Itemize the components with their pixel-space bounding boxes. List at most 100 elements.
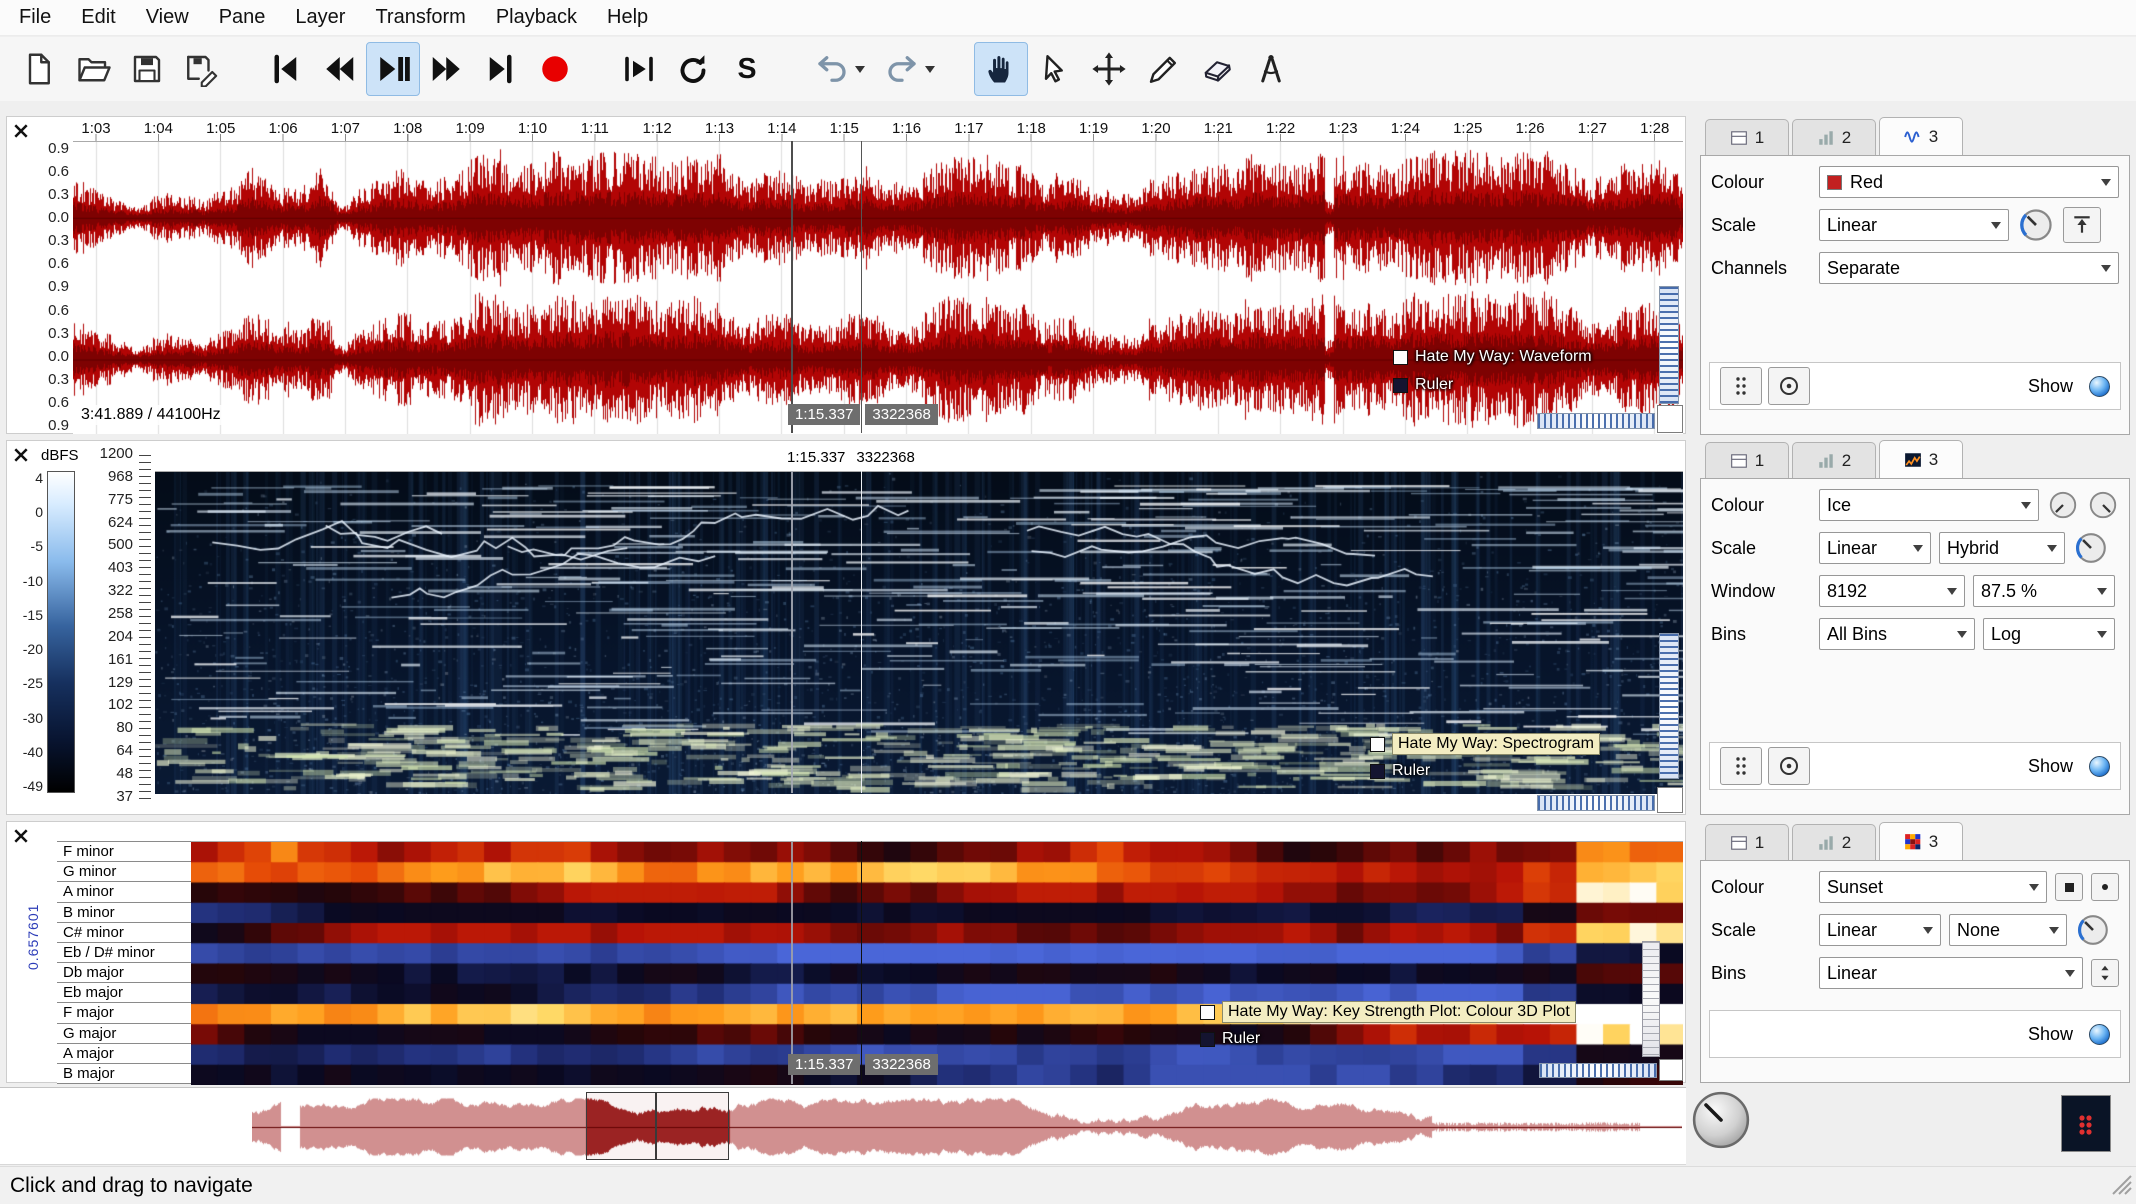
tab-layer-2[interactable]: 2: [1792, 824, 1876, 860]
layer-visibility-checkbox[interactable]: [1393, 378, 1408, 393]
scale-select[interactable]: Linear: [1819, 532, 1931, 564]
undo-button[interactable]: [804, 42, 874, 96]
overview-navigator[interactable]: [0, 1087, 1686, 1165]
normalize-button[interactable]: [2063, 207, 2101, 243]
edit-tool-button[interactable]: [1082, 42, 1136, 96]
dots-grid-button[interactable]: [1720, 747, 1762, 785]
channels-select[interactable]: Separate: [1819, 252, 2119, 284]
layer-item-keyplot[interactable]: Hate My Way: Key Strength Plot: Colour 3…: [1200, 1001, 1576, 1023]
save-file-button[interactable]: [120, 42, 174, 96]
vertical-zoom-wheel[interactable]: [1659, 633, 1679, 779]
colour-select[interactable]: Ice: [1819, 489, 2039, 521]
layer-item-waveform[interactable]: Hate My Way: Waveform: [1393, 348, 1592, 366]
show-toggle-led[interactable]: [2089, 1024, 2110, 1045]
menu-item[interactable]: View: [131, 1, 204, 34]
horizontal-zoom-wheel[interactable]: [1537, 795, 1655, 811]
zoom-reset-box[interactable]: [1657, 405, 1683, 433]
target-button[interactable]: [1768, 367, 1810, 405]
menu-item[interactable]: File: [4, 1, 66, 34]
layer-visibility-checkbox[interactable]: [1200, 1032, 1215, 1047]
tab-layer-3[interactable]: 3: [1879, 440, 1963, 478]
open-file-button[interactable]: [66, 42, 120, 96]
bins-scale-select[interactable]: Log: [1983, 618, 2115, 650]
gain-dial[interactable]: [2087, 489, 2119, 521]
target-button[interactable]: [1768, 747, 1810, 785]
save-file-as-button[interactable]: [174, 42, 228, 96]
gain-dial[interactable]: [2075, 912, 2111, 948]
scale-select[interactable]: Linear: [1819, 209, 2009, 241]
invert-vertical-button[interactable]: [2091, 959, 2119, 987]
colour-scale-bar[interactable]: [47, 471, 75, 793]
tab-layer-3[interactable]: 3: [1879, 117, 1963, 155]
skip-to-start-button[interactable]: [258, 42, 312, 96]
close-pane-icon[interactable]: [9, 443, 33, 467]
skip-to-end-button[interactable]: [474, 42, 528, 96]
menu-item[interactable]: Transform: [360, 1, 480, 34]
tab-layer-1[interactable]: 1: [1705, 119, 1789, 155]
tab-layer-3[interactable]: 3: [1879, 822, 1963, 860]
layer-visibility-checkbox[interactable]: [1393, 350, 1408, 365]
frequency-scale-select[interactable]: Hybrid: [1939, 532, 2065, 564]
overview-waveform[interactable]: [252, 1096, 1682, 1158]
show-toggle-led[interactable]: [2089, 376, 2110, 397]
layer-visibility-checkbox[interactable]: [1370, 737, 1385, 752]
opaque-toggle-button[interactable]: [2091, 873, 2119, 901]
vertical-zoom-wheel[interactable]: [1642, 941, 1660, 1057]
fast-forward-button[interactable]: [420, 42, 474, 96]
menu-item[interactable]: Playback: [481, 1, 592, 34]
erase-tool-button[interactable]: [1190, 42, 1244, 96]
horizontal-zoom-wheel[interactable]: [1537, 413, 1655, 429]
playback-cursor[interactable]: [791, 471, 793, 793]
horizontal-zoom-wheel[interactable]: [1539, 1063, 1657, 1078]
threshold-dial[interactable]: [2073, 530, 2109, 566]
menu-item[interactable]: Pane: [204, 1, 281, 34]
layer-visibility-checkbox[interactable]: [1370, 764, 1385, 779]
resize-grip-icon[interactable]: [2109, 1172, 2133, 1201]
select-tool-button[interactable]: [1028, 42, 1082, 96]
draw-tool-button[interactable]: [1136, 42, 1190, 96]
invert-colour-button[interactable]: [2055, 873, 2083, 901]
navigate-tool-button[interactable]: [974, 42, 1028, 96]
redo-button[interactable]: [874, 42, 944, 96]
layer-item-ruler[interactable]: Ruler: [1370, 762, 1430, 780]
redo-menu-caret[interactable]: [925, 66, 935, 78]
key-strength-display[interactable]: [191, 841, 1683, 1085]
zoom-reset-box[interactable]: [1659, 1059, 1683, 1081]
playback-cursor[interactable]: [791, 141, 793, 433]
dots-grid-button[interactable]: [1720, 367, 1762, 405]
overview-view-rectangle[interactable]: [586, 1092, 729, 1160]
play-pause-button[interactable]: [366, 42, 420, 96]
menu-item[interactable]: Edit: [66, 1, 130, 34]
playback-cursor[interactable]: [791, 841, 793, 1084]
new-file-button[interactable]: [12, 42, 66, 96]
layer-visibility-checkbox[interactable]: [1200, 1005, 1215, 1020]
scale-select[interactable]: Linear: [1819, 914, 1941, 946]
playback-speed-knob[interactable]: [1690, 1089, 1752, 1156]
menu-item[interactable]: Layer: [280, 1, 360, 34]
show-toggle-led[interactable]: [2089, 756, 2110, 777]
bins-select[interactable]: All Bins: [1819, 618, 1975, 650]
undo-menu-caret[interactable]: [855, 66, 865, 78]
tab-layer-2[interactable]: 2: [1792, 442, 1876, 478]
zoom-reset-box[interactable]: [1657, 787, 1683, 813]
measure-tool-button[interactable]: [1244, 42, 1298, 96]
gain-dial[interactable]: [2017, 206, 2055, 244]
constrain-playback-button[interactable]: [612, 42, 666, 96]
solo-button[interactable]: S: [720, 42, 774, 96]
rewind-button[interactable]: [312, 42, 366, 96]
layer-item-ruler[interactable]: Ruler: [1393, 376, 1453, 394]
layer-item-ruler[interactable]: Ruler: [1200, 1030, 1260, 1048]
tab-layer-2[interactable]: 2: [1792, 119, 1876, 155]
window-size-select[interactable]: 8192: [1819, 575, 1965, 607]
tab-layer-1[interactable]: 1: [1705, 442, 1789, 478]
record-button[interactable]: [528, 42, 582, 96]
loop-playback-button[interactable]: [666, 42, 720, 96]
colour-select[interactable]: Sunset: [1819, 871, 2047, 903]
vertical-zoom-wheel[interactable]: [1659, 286, 1679, 404]
bins-select[interactable]: Linear: [1819, 957, 2083, 989]
menu-item[interactable]: Help: [592, 1, 663, 34]
panner-widget[interactable]: [2061, 1095, 2111, 1152]
normalization-select[interactable]: None: [1949, 914, 2067, 946]
colour-rotation-dial[interactable]: [2047, 489, 2079, 521]
layer-item-spectrogram[interactable]: Hate My Way: Spectrogram: [1370, 733, 1600, 755]
